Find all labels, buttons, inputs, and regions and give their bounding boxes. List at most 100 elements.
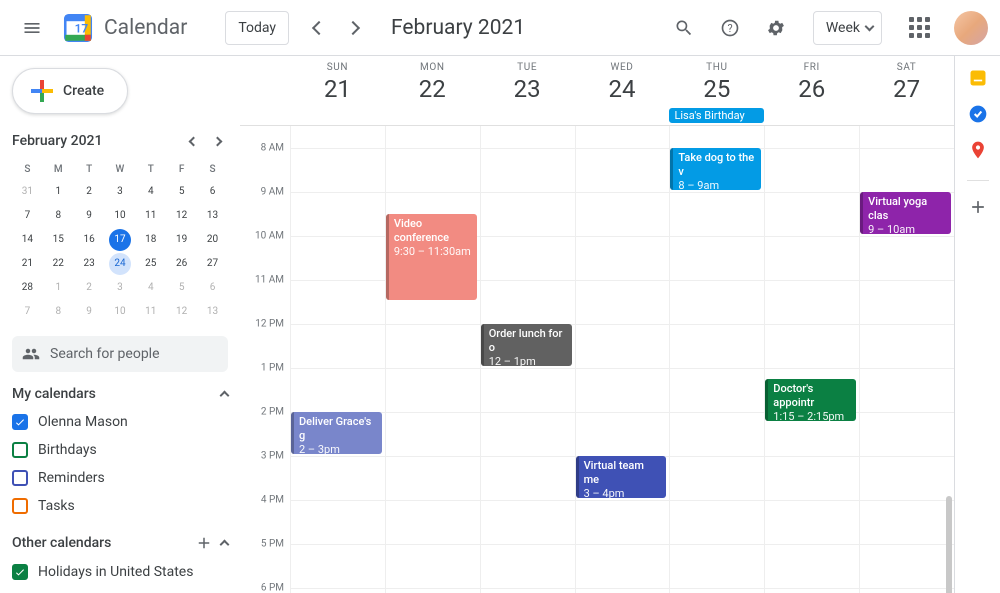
keep-app-icon[interactable] <box>968 68 988 88</box>
main-menu-button[interactable] <box>12 8 52 48</box>
mini-day[interactable]: 16 <box>74 228 105 252</box>
mini-prev-button[interactable] <box>182 130 204 152</box>
mini-day[interactable]: 3 <box>105 180 136 204</box>
calendar-event[interactable]: Deliver Grace's g2 – 3pm <box>291 412 382 454</box>
calendar-event[interactable]: Order lunch for o12 – 1pm <box>481 324 572 366</box>
add-addon-button[interactable] <box>968 197 988 217</box>
svg-text:17: 17 <box>75 21 89 35</box>
calendar-item[interactable]: Reminders <box>12 464 228 492</box>
hour-label: 12 PM <box>255 319 284 330</box>
google-apps-button[interactable] <box>900 9 938 47</box>
mini-day[interactable]: 31 <box>12 180 43 204</box>
people-icon <box>22 345 40 363</box>
mini-day[interactable]: 8 <box>43 204 74 228</box>
search-icon <box>674 18 694 38</box>
mini-day[interactable]: 28 <box>12 276 43 300</box>
mini-next-button[interactable] <box>206 130 228 152</box>
calendar-item[interactable]: Birthdays <box>12 436 228 464</box>
hour-label: 4 PM <box>261 495 284 506</box>
scrollbar-thumb[interactable] <box>946 496 952 593</box>
mini-day[interactable]: 11 <box>135 204 166 228</box>
hour-label: 5 PM <box>261 539 284 550</box>
mini-day[interactable]: 10 <box>105 204 136 228</box>
mini-day[interactable]: 23 <box>74 252 105 276</box>
mini-day[interactable]: 25 <box>135 252 166 276</box>
mini-day[interactable]: 12 <box>166 204 197 228</box>
mini-day[interactable]: 27 <box>197 252 228 276</box>
mini-dow: F <box>166 158 197 180</box>
calendar-label: Reminders <box>38 470 105 486</box>
other-calendars-toggle[interactable]: Other calendars <box>12 534 228 552</box>
calendar-event[interactable]: Doctor's appointr1:15 – 2:15pm <box>765 379 856 421</box>
mini-day[interactable]: 13 <box>197 204 228 228</box>
calendar-checkbox[interactable] <box>12 442 28 458</box>
chevron-up-icon <box>220 391 230 401</box>
settings-button[interactable] <box>757 9 795 47</box>
mini-day[interactable]: 9 <box>74 300 105 324</box>
calendar-item[interactable]: Olenna Mason <box>12 408 228 436</box>
mini-day[interactable]: 3 <box>105 276 136 300</box>
mini-day[interactable]: 15 <box>43 228 74 252</box>
mini-day[interactable]: 22 <box>43 252 74 276</box>
calendar-item[interactable]: Tasks <box>12 492 228 520</box>
mini-day[interactable]: 13 <box>197 300 228 324</box>
calendar-event[interactable]: Take dog to the v8 – 9am <box>670 148 761 190</box>
mini-day[interactable]: 10 <box>105 300 136 324</box>
account-avatar[interactable] <box>954 11 988 45</box>
mini-day[interactable]: 9 <box>74 204 105 228</box>
mini-day[interactable]: 6 <box>197 276 228 300</box>
next-period-button[interactable] <box>337 12 369 44</box>
calendar-logo-icon: 17 <box>60 10 96 46</box>
calendar-grid[interactable]: GMT-05 8 AM9 AM10 AM11 AM12 PM1 PM2 PM3 … <box>240 126 954 593</box>
mini-day[interactable]: 5 <box>166 276 197 300</box>
calendar-checkbox[interactable] <box>12 498 28 514</box>
mini-day[interactable]: 12 <box>166 300 197 324</box>
mini-day[interactable]: 7 <box>12 204 43 228</box>
mini-day[interactable]: 21 <box>12 252 43 276</box>
add-calendar-button[interactable] <box>195 534 213 552</box>
mini-day[interactable]: 19 <box>166 228 197 252</box>
mini-day[interactable]: 20 <box>197 228 228 252</box>
mini-day[interactable]: 14 <box>12 228 43 252</box>
allday-row: Lisa's Birthday <box>240 108 954 126</box>
calendar-label: Holidays in United States <box>38 564 193 580</box>
mini-day[interactable]: 1 <box>43 180 74 204</box>
calendar-event[interactable]: Virtual yoga clas9 – 10am <box>860 192 951 234</box>
mini-day[interactable]: 26 <box>166 252 197 276</box>
mini-day[interactable]: 17 <box>105 228 136 252</box>
chevron-down-icon <box>865 21 875 31</box>
prev-period-button[interactable] <box>303 12 335 44</box>
mini-day[interactable]: 4 <box>135 276 166 300</box>
chevron-left-icon <box>188 136 198 146</box>
search-button[interactable] <box>665 9 703 47</box>
mini-day[interactable]: 6 <box>197 180 228 204</box>
mini-day[interactable]: 18 <box>135 228 166 252</box>
tasks-app-icon[interactable] <box>968 104 988 124</box>
create-button[interactable]: Create <box>12 68 128 114</box>
mini-day[interactable]: 8 <box>43 300 74 324</box>
calendar-event[interactable]: Video conference9:30 – 11:30am <box>386 214 477 300</box>
calendar-checkbox[interactable] <box>12 470 28 486</box>
mini-day[interactable]: 4 <box>135 180 166 204</box>
other-calendars-label: Other calendars <box>12 535 111 551</box>
my-calendars-label: My calendars <box>12 386 96 402</box>
help-button[interactable]: ? <box>711 9 749 47</box>
mini-day[interactable]: 24 <box>105 252 136 276</box>
mini-day[interactable]: 2 <box>74 276 105 300</box>
maps-app-icon[interactable] <box>968 140 988 160</box>
calendar-event[interactable]: Virtual team me3 – 4pm <box>576 456 667 498</box>
allday-event[interactable]: Lisa's Birthday <box>669 108 764 123</box>
mini-day[interactable]: 5 <box>166 180 197 204</box>
mini-day[interactable]: 7 <box>12 300 43 324</box>
calendar-checkbox[interactable] <box>12 414 28 430</box>
my-calendars-toggle[interactable]: My calendars <box>12 386 228 402</box>
hour-label: 11 AM <box>255 275 284 286</box>
view-selector[interactable]: Week <box>813 11 882 45</box>
today-button[interactable]: Today <box>225 11 289 45</box>
mini-day[interactable]: 2 <box>74 180 105 204</box>
search-people-input[interactable]: Search for people <box>12 336 228 372</box>
calendar-checkbox[interactable] <box>12 564 28 580</box>
mini-day[interactable]: 1 <box>43 276 74 300</box>
mini-day[interactable]: 11 <box>135 300 166 324</box>
calendar-item[interactable]: Holidays in United States <box>12 558 228 586</box>
